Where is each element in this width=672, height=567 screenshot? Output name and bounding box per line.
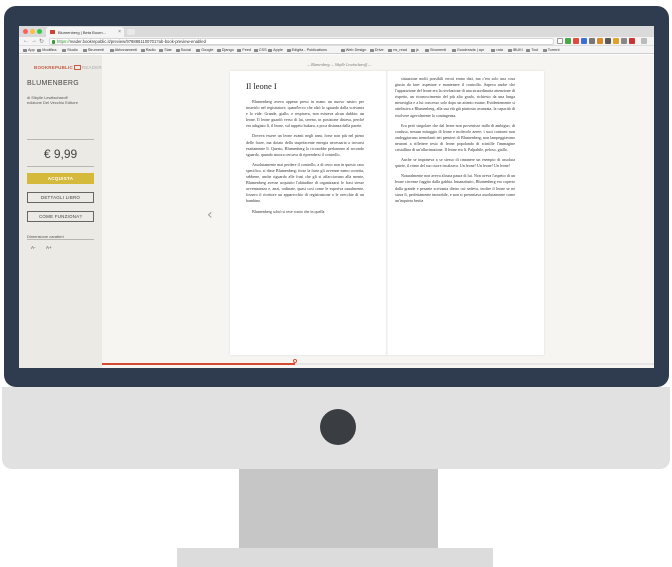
screen: Blumenberg | Beta Boom... × ← → ↻ https:…: [19, 26, 654, 368]
monitor: Blumenberg | Beta Boom... × ← → ↻ https:…: [0, 0, 672, 567]
book-author: di Sibylle Lewitscharoff edizione Del Ve…: [27, 95, 97, 105]
paragraph: Naturalmente non aveva alcuna paura di l…: [395, 173, 515, 203]
bookmark-item[interactable]: Google: [196, 47, 213, 53]
monitor-stand: [239, 469, 438, 548]
close-tab-icon[interactable]: ×: [118, 29, 121, 35]
bookmark-item[interactable]: Goodreads | apr: [452, 47, 484, 53]
extension-icon[interactable]: [573, 38, 579, 44]
paragraph: Blumenberg schiò si rese conto che in qu…: [252, 208, 325, 214]
extension-icon[interactable]: [597, 38, 603, 44]
monitor-camera-icon: [320, 409, 356, 445]
minimize-window-icon[interactable]: [30, 29, 35, 34]
address-bar[interactable]: https://reader.bookrepublic.it/preview/9…: [49, 38, 554, 45]
extension-icon[interactable]: [629, 38, 635, 44]
chapter-title: Il leone I: [246, 81, 277, 91]
back-arrow-icon[interactable]: ←: [23, 38, 29, 44]
bookmark-item[interactable]: Strumenti: [425, 47, 446, 53]
divider: [27, 139, 94, 140]
browser-toolbar: ← → ↻ https://reader.bookrepublic.it/pre…: [19, 37, 654, 46]
bookmark-item[interactable]: Apple: [268, 47, 283, 53]
bookmark-item[interactable]: Torrent: [543, 47, 560, 53]
font-smaller-button[interactable]: A-: [31, 245, 36, 250]
extension-icon[interactable]: [605, 38, 611, 44]
bookmark-item[interactable]: Feed: [237, 47, 251, 53]
sidebar: BOOKREPUBLIC READER BLUMENBERG di Sibylle…: [19, 55, 102, 368]
left-page: Il leone I Blumenberg aveva appena preso…: [246, 81, 364, 219]
book-gutter: [386, 71, 388, 355]
forward-arrow-icon[interactable]: →: [31, 38, 37, 44]
bookmark-item[interactable]: rata: [491, 47, 503, 53]
star-icon[interactable]: [557, 38, 563, 44]
extension-icon[interactable]: [621, 38, 627, 44]
bookmark-item[interactable]: Django: [217, 47, 234, 53]
how-it-works-button[interactable]: COME FUNZIONA?: [27, 211, 94, 222]
maximize-window-icon[interactable]: [37, 29, 42, 34]
envelope-icon: [73, 65, 81, 70]
book-price: € 9,99: [43, 147, 78, 161]
extension-icon[interactable]: [613, 38, 619, 44]
bookmark-item[interactable]: js: [411, 47, 419, 53]
browser-tab[interactable]: Blumenberg | Beta Boom... ×: [46, 27, 124, 37]
bookmark-item[interactable]: Abbonamenti: [110, 47, 137, 53]
extension-icon[interactable]: [589, 38, 595, 44]
bookrepublic-logo[interactable]: BOOKREPUBLIC READER: [34, 65, 102, 70]
logo-reader: READER: [81, 65, 102, 70]
publisher-line: edizione Del Vecchio Editore: [27, 100, 78, 105]
right-page: situazione molti possibili errori erano …: [395, 76, 515, 208]
paragraph: Blumenberg aveva appena preso in mano un…: [246, 99, 364, 129]
bookmark-item[interactable]: IBUKI: [508, 47, 523, 53]
reading-progress-bar[interactable]: [102, 359, 654, 365]
reload-icon[interactable]: ↻: [39, 38, 44, 45]
extension-icon[interactable]: [565, 38, 571, 44]
bookmark-item[interactable]: Strumenti: [83, 47, 104, 53]
bookmark-item[interactable]: Web Design: [341, 47, 367, 53]
breadcrumb: — Blumenberg — Sibylle Lewitscharoff —: [306, 63, 372, 67]
bookmark-item[interactable]: Radio: [141, 47, 156, 53]
bookmark-item[interactable]: Tool: [526, 47, 538, 53]
paragraph: Doveva essere un leone avanti negli anni…: [246, 133, 364, 157]
extension-icon[interactable]: [581, 38, 587, 44]
book-details-button[interactable]: DETTAGLI LIBRO: [27, 192, 94, 203]
paragraph: Assolutamente mai perdere il controllo, …: [246, 161, 364, 204]
previous-page-arrow-icon[interactable]: ‹: [207, 207, 213, 223]
bookmark-item[interactable]: Social: [176, 47, 191, 53]
tab-title: Blumenberg | Beta Boom...: [58, 30, 106, 35]
paragraph: Era però singolare che dal leone non pro…: [395, 122, 515, 153]
monitor-base: [177, 548, 493, 567]
divider: [27, 239, 94, 240]
bookmarks-bar: App Modifica Studio Strumenti Abbonamenti Rad…: [19, 46, 654, 54]
paragraph: situazione molti possibili errori erano …: [395, 76, 515, 118]
buy-button[interactable]: ACQUISTA: [27, 173, 94, 184]
font-larger-button[interactable]: A+: [46, 245, 52, 250]
bookmark-item[interactable]: Siae: [159, 47, 172, 53]
url-text: reader.bookrepublic.it/preview/978886110…: [69, 39, 206, 44]
reading-progress-fill: [102, 363, 295, 365]
new-tab-button[interactable]: [127, 29, 135, 35]
book-title: BLUMENBERG: [27, 80, 80, 87]
favicon-icon: [50, 30, 55, 34]
bookmark-item[interactable]: Edigita - Publications: [287, 47, 327, 53]
bookmark-item[interactable]: App: [23, 47, 35, 53]
menu-icon[interactable]: [641, 38, 647, 44]
logo-brand: BOOKREPUBLIC: [34, 65, 73, 70]
reader-page: BOOKREPUBLIC READER BLUMENBERG di Sibylle…: [19, 55, 654, 368]
progress-marker-icon[interactable]: [293, 359, 297, 363]
bookmark-item[interactable]: Modifica: [37, 47, 56, 53]
book-spread: Il leone I Blumenberg aveva appena preso…: [230, 71, 544, 355]
bookmark-item[interactable]: CSS: [254, 47, 267, 53]
paragraph: Anche se imponeva a se stesso di rimaner…: [395, 157, 515, 169]
bookmark-item[interactable]: ns_read: [388, 47, 407, 53]
lock-icon: [52, 40, 55, 44]
bookmark-item[interactable]: Drive: [370, 47, 384, 53]
url-scheme: https://: [57, 39, 70, 44]
divider: [27, 166, 94, 167]
bookmark-item[interactable]: Studio: [62, 47, 78, 53]
browser-tab-bar: Blumenberg | Beta Boom... ×: [19, 26, 654, 37]
close-window-icon[interactable]: [23, 29, 28, 34]
